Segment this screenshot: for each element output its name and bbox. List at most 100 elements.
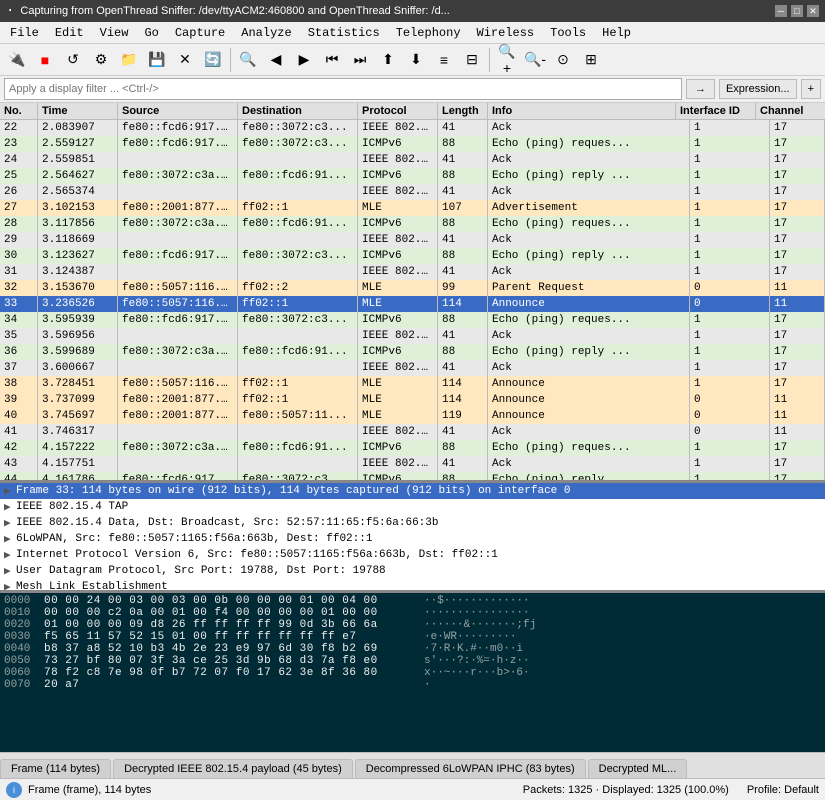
detail-row[interactable]: ▶ Mesh Link Establishment: [0, 579, 825, 593]
cell-chan: 17: [770, 312, 825, 328]
detail-row[interactable]: ▶ IEEE 802.15.4 Data, Dst: Broadcast, Sr…: [0, 515, 825, 531]
menu-item-view[interactable]: View: [92, 24, 137, 42]
menu-item-telephony[interactable]: Telephony: [388, 24, 469, 42]
toolbar-resize-cols-btn[interactable]: ⊞: [578, 47, 604, 73]
cell-src: fe80::5057:116...: [118, 280, 238, 296]
add-filter-button[interactable]: +: [801, 79, 821, 99]
cell-dst: [238, 152, 358, 168]
cell-len: 114: [438, 392, 488, 408]
table-row[interactable]: 434.157751IEEE 802.15.441Ack117: [0, 456, 825, 472]
hex-rows[interactable]: 0000 00 00 24 00 03 00 03 00 0b 00 00 00…: [0, 593, 825, 752]
cell-time: 3.728451: [38, 376, 118, 392]
table-row[interactable]: 323.153670fe80::5057:116...ff02::2MLE99P…: [0, 280, 825, 296]
menu-item-go[interactable]: Go: [136, 24, 166, 42]
cell-chan: 17: [770, 200, 825, 216]
table-row[interactable]: 293.118669IEEE 802.15.441Ack117: [0, 232, 825, 248]
toolbar-options-btn[interactable]: ⚙: [88, 47, 114, 73]
table-row[interactable]: 333.236526fe80::5057:116...ff02::1MLE114…: [0, 296, 825, 312]
toolbar-colorize-btn[interactable]: ≡: [431, 47, 457, 73]
menu-item-help[interactable]: Help: [594, 24, 639, 42]
cell-no: 26: [0, 184, 38, 200]
detail-row-text: IEEE 802.15.4 Data, Dst: Broadcast, Src:…: [16, 517, 438, 529]
toolbar-zoom-in-btn[interactable]: 🔍+: [494, 47, 520, 73]
toolbar-close-btn[interactable]: ✕: [172, 47, 198, 73]
bottom-tab-2[interactable]: Decompressed 6LoWPAN IPHC (83 bytes): [355, 759, 586, 778]
cell-time: 3.124387: [38, 264, 118, 280]
toolbar-open-btn[interactable]: 📁: [116, 47, 142, 73]
toolbar-save-btn[interactable]: 💾: [144, 47, 170, 73]
toolbar-first-btn[interactable]: ⏮: [319, 47, 345, 73]
detail-row[interactable]: ▶ 6LoWPAN, Src: fe80::5057:1165:f56a:663…: [0, 531, 825, 547]
close-button[interactable]: ✕: [807, 5, 819, 17]
cell-time: 3.153670: [38, 280, 118, 296]
cell-info: Ack: [488, 328, 690, 344]
detail-row[interactable]: ▶ Frame 33: 114 bytes on wire (912 bits)…: [0, 483, 825, 499]
menu-item-wireless[interactable]: Wireless: [469, 24, 543, 42]
toolbar-find-btn[interactable]: 🔍: [235, 47, 261, 73]
toolbar-stop-btn[interactable]: ■: [32, 47, 58, 73]
menu-item-file[interactable]: File: [2, 24, 47, 42]
menu-item-edit[interactable]: Edit: [47, 24, 92, 42]
table-row[interactable]: 222.083907fe80::fcd6:917...fe80::3072:c3…: [0, 120, 825, 136]
cell-dst: [238, 360, 358, 376]
cell-dst: fe80::3072:c3...: [238, 472, 358, 480]
toolbar-restart-btn[interactable]: ↺: [60, 47, 86, 73]
table-row[interactable]: 262.565374IEEE 802.15.441Ack117: [0, 184, 825, 200]
cell-src: [118, 152, 238, 168]
toolbar-reload-btn[interactable]: 🔄: [200, 47, 226, 73]
table-row[interactable]: 232.559127fe80::fcd6:917...fe80::3072:c3…: [0, 136, 825, 152]
table-row[interactable]: 424.157222fe80::3072:c3a...fe80::fcd6:91…: [0, 440, 825, 456]
cell-chan: 17: [770, 152, 825, 168]
minimize-button[interactable]: ─: [775, 5, 787, 17]
cell-time: 4.161786: [38, 472, 118, 480]
table-row[interactable]: 383.728451fe80::5057:116...ff02::1MLE114…: [0, 376, 825, 392]
table-row[interactable]: 353.596956IEEE 802.15.441Ack117: [0, 328, 825, 344]
toolbar-zoom-out-btn[interactable]: 🔍-: [522, 47, 548, 73]
table-row[interactable]: 343.595939fe80::fcd6:917...fe80::3072:c3…: [0, 312, 825, 328]
status-bar: i Frame (frame), 114 bytes Packets: 1325…: [0, 778, 825, 800]
cell-iface: 1: [690, 136, 770, 152]
hex-ascii: ······&·······;fj: [424, 619, 821, 631]
toolbar-interface-btn[interactable]: 🔌: [4, 47, 30, 73]
detail-row[interactable]: ▶ Internet Protocol Version 6, Src: fe80…: [0, 547, 825, 563]
cell-len: 88: [438, 136, 488, 152]
toolbar-zoom-reset-btn[interactable]: ⊙: [550, 47, 576, 73]
maximize-button[interactable]: □: [791, 5, 803, 17]
table-row[interactable]: 303.123627fe80::fcd6:917...fe80::3072:c3…: [0, 248, 825, 264]
packet-rows[interactable]: 222.083907fe80::fcd6:917...fe80::3072:c3…: [0, 120, 825, 480]
toolbar-prev-btn[interactable]: ◀: [263, 47, 289, 73]
toolbar-go-btn[interactable]: ⏭: [347, 47, 373, 73]
toolbar-auto-scroll-btn[interactable]: ⊟: [459, 47, 485, 73]
hex-row: 0000 00 00 24 00 03 00 03 00 0b 00 00 00…: [0, 595, 825, 607]
table-row[interactable]: 252.564627fe80::3072:c3a...fe80::fcd6:91…: [0, 168, 825, 184]
menu-item-capture[interactable]: Capture: [167, 24, 233, 42]
menu-item-analyze[interactable]: Analyze: [233, 24, 299, 42]
filter-input[interactable]: [4, 78, 682, 100]
toolbar-next-btn[interactable]: ▶: [291, 47, 317, 73]
table-row[interactable]: 393.737099fe80::2001:877...ff02::1MLE114…: [0, 392, 825, 408]
table-row[interactable]: 242.559851IEEE 802.15.441Ack117: [0, 152, 825, 168]
toolbar-prev2-btn[interactable]: ⬆: [375, 47, 401, 73]
cell-chan: 11: [770, 280, 825, 296]
expression-button[interactable]: Expression...: [719, 79, 797, 99]
table-row[interactable]: 363.599689fe80::3072:c3a...fe80::fcd6:91…: [0, 344, 825, 360]
table-row[interactable]: 273.102153fe80::2001:877...ff02::1MLE107…: [0, 200, 825, 216]
table-row[interactable]: 413.746317IEEE 802.15.441Ack011: [0, 424, 825, 440]
table-row[interactable]: 313.124387IEEE 802.15.441Ack117: [0, 264, 825, 280]
table-row[interactable]: 373.600667IEEE 802.15.441Ack117: [0, 360, 825, 376]
detail-row[interactable]: ▶ User Datagram Protocol, Src Port: 1978…: [0, 563, 825, 579]
cell-no: 28: [0, 216, 38, 232]
cell-src: [118, 232, 238, 248]
bottom-tab-1[interactable]: Decrypted IEEE 802.15.4 payload (45 byte…: [113, 759, 353, 778]
cell-proto: MLE: [358, 392, 438, 408]
detail-row[interactable]: ▶ IEEE 802.15.4 TAP: [0, 499, 825, 515]
filter-arrow-button[interactable]: →: [686, 79, 715, 99]
menu-item-tools[interactable]: Tools: [542, 24, 594, 42]
menu-item-statistics[interactable]: Statistics: [300, 24, 388, 42]
bottom-tab-0[interactable]: Frame (114 bytes): [0, 759, 111, 778]
bottom-tab-3[interactable]: Decrypted ML...: [588, 759, 688, 778]
toolbar-next2-btn[interactable]: ⬇: [403, 47, 429, 73]
table-row[interactable]: 444.161786fe80::fcd6:917...fe80::3072:c3…: [0, 472, 825, 480]
table-row[interactable]: 283.117856fe80::3072:c3a...fe80::fcd6:91…: [0, 216, 825, 232]
table-row[interactable]: 403.745697fe80::2001:877...fe80::5057:11…: [0, 408, 825, 424]
